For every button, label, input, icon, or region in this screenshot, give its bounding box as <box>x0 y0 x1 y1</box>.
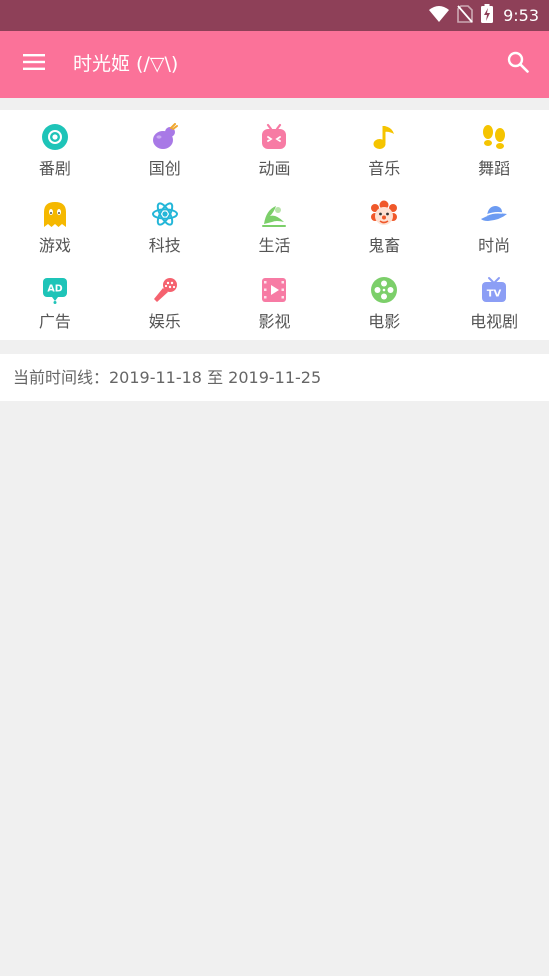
atom-icon <box>150 199 180 229</box>
footprints-icon <box>479 122 509 152</box>
app-title: 时光姬 (/▽\) <box>73 53 179 75</box>
category-label: 时尚 <box>478 235 511 255</box>
menu-icon <box>23 54 45 74</box>
category-label: 舞蹈 <box>478 159 511 178</box>
category-entertainment[interactable]: 娱乐 <box>110 273 220 350</box>
app-bar: 时光姬 (/▽\) <box>0 31 549 98</box>
category-bangumi[interactable]: 番剧 <box>0 120 110 197</box>
timeline-bar: 当前时间线：2019-11-18 至 2019-11-25 <box>0 354 549 401</box>
status-bar: 9:53 <box>0 0 549 31</box>
film-icon <box>259 275 289 305</box>
category-tech[interactable]: 科技 <box>110 197 220 274</box>
category-label: 动画 <box>258 159 291 178</box>
music-note-icon <box>369 122 399 152</box>
no-sim-icon <box>457 4 473 27</box>
category-dance[interactable]: 舞蹈 <box>439 120 549 197</box>
category-label: 电视剧 <box>470 312 519 331</box>
category-ad[interactable]: AD 广告 <box>0 273 110 350</box>
clown-icon <box>369 199 399 229</box>
category-life[interactable]: 生活 <box>220 197 330 274</box>
category-tv-series[interactable]: TV 电视剧 <box>439 273 549 350</box>
category-label: 鬼畜 <box>368 235 401 255</box>
category-guochuang[interactable]: 国创 <box>110 120 220 197</box>
search-icon <box>507 51 529 77</box>
category-label: 广告 <box>38 312 71 331</box>
timeline-text: 当前时间线：2019-11-18 至 2019-11-25 <box>13 368 322 387</box>
douga-icon <box>259 122 289 152</box>
category-fashion[interactable]: 时尚 <box>439 197 549 274</box>
category-game[interactable]: 游戏 <box>0 197 110 274</box>
battery-charging-icon <box>481 4 494 27</box>
category-film-tv[interactable]: 影视 <box>220 273 330 350</box>
menu-button[interactable] <box>13 43 55 85</box>
search-button[interactable] <box>497 43 539 85</box>
category-label: 国创 <box>148 159 181 178</box>
category-label: 生活 <box>258 235 291 255</box>
film-reel-icon <box>369 275 399 305</box>
microphone-icon <box>150 275 180 305</box>
category-movie[interactable]: 电影 <box>329 273 439 350</box>
category-music[interactable]: 音乐 <box>329 120 439 197</box>
svg-text:AD: AD <box>47 284 62 295</box>
category-grid: 番剧 国创 动画 音乐 舞蹈 游戏 科技 生活 鬼畜 时尚 AD 广告 娱乐 影… <box>0 120 549 350</box>
status-time: 9:53 <box>503 6 539 25</box>
category-grid-card: 番剧 国创 动画 音乐 舞蹈 游戏 科技 生活 鬼畜 时尚 AD 广告 娱乐 影… <box>0 110 549 340</box>
category-label: 电影 <box>368 312 401 331</box>
wifi-icon <box>429 5 450 26</box>
status-icons: 9:53 <box>429 0 539 31</box>
category-label: 番剧 <box>38 159 71 178</box>
category-label: 游戏 <box>38 235 71 255</box>
category-douga[interactable]: 动画 <box>220 120 330 197</box>
hat-icon <box>479 199 509 229</box>
category-kichiku[interactable]: 鬼畜 <box>329 197 439 274</box>
life-icon <box>259 199 289 229</box>
guochuang-icon <box>150 122 180 152</box>
tv-icon: TV <box>479 275 509 305</box>
category-label: 音乐 <box>368 159 401 178</box>
category-label: 影视 <box>258 312 291 331</box>
ad-icon: AD <box>40 275 70 305</box>
category-label: 娱乐 <box>148 312 181 331</box>
bangumi-icon <box>40 122 70 152</box>
category-label: 科技 <box>148 235 181 255</box>
ghost-icon <box>40 199 70 229</box>
svg-text:TV: TV <box>487 289 502 300</box>
